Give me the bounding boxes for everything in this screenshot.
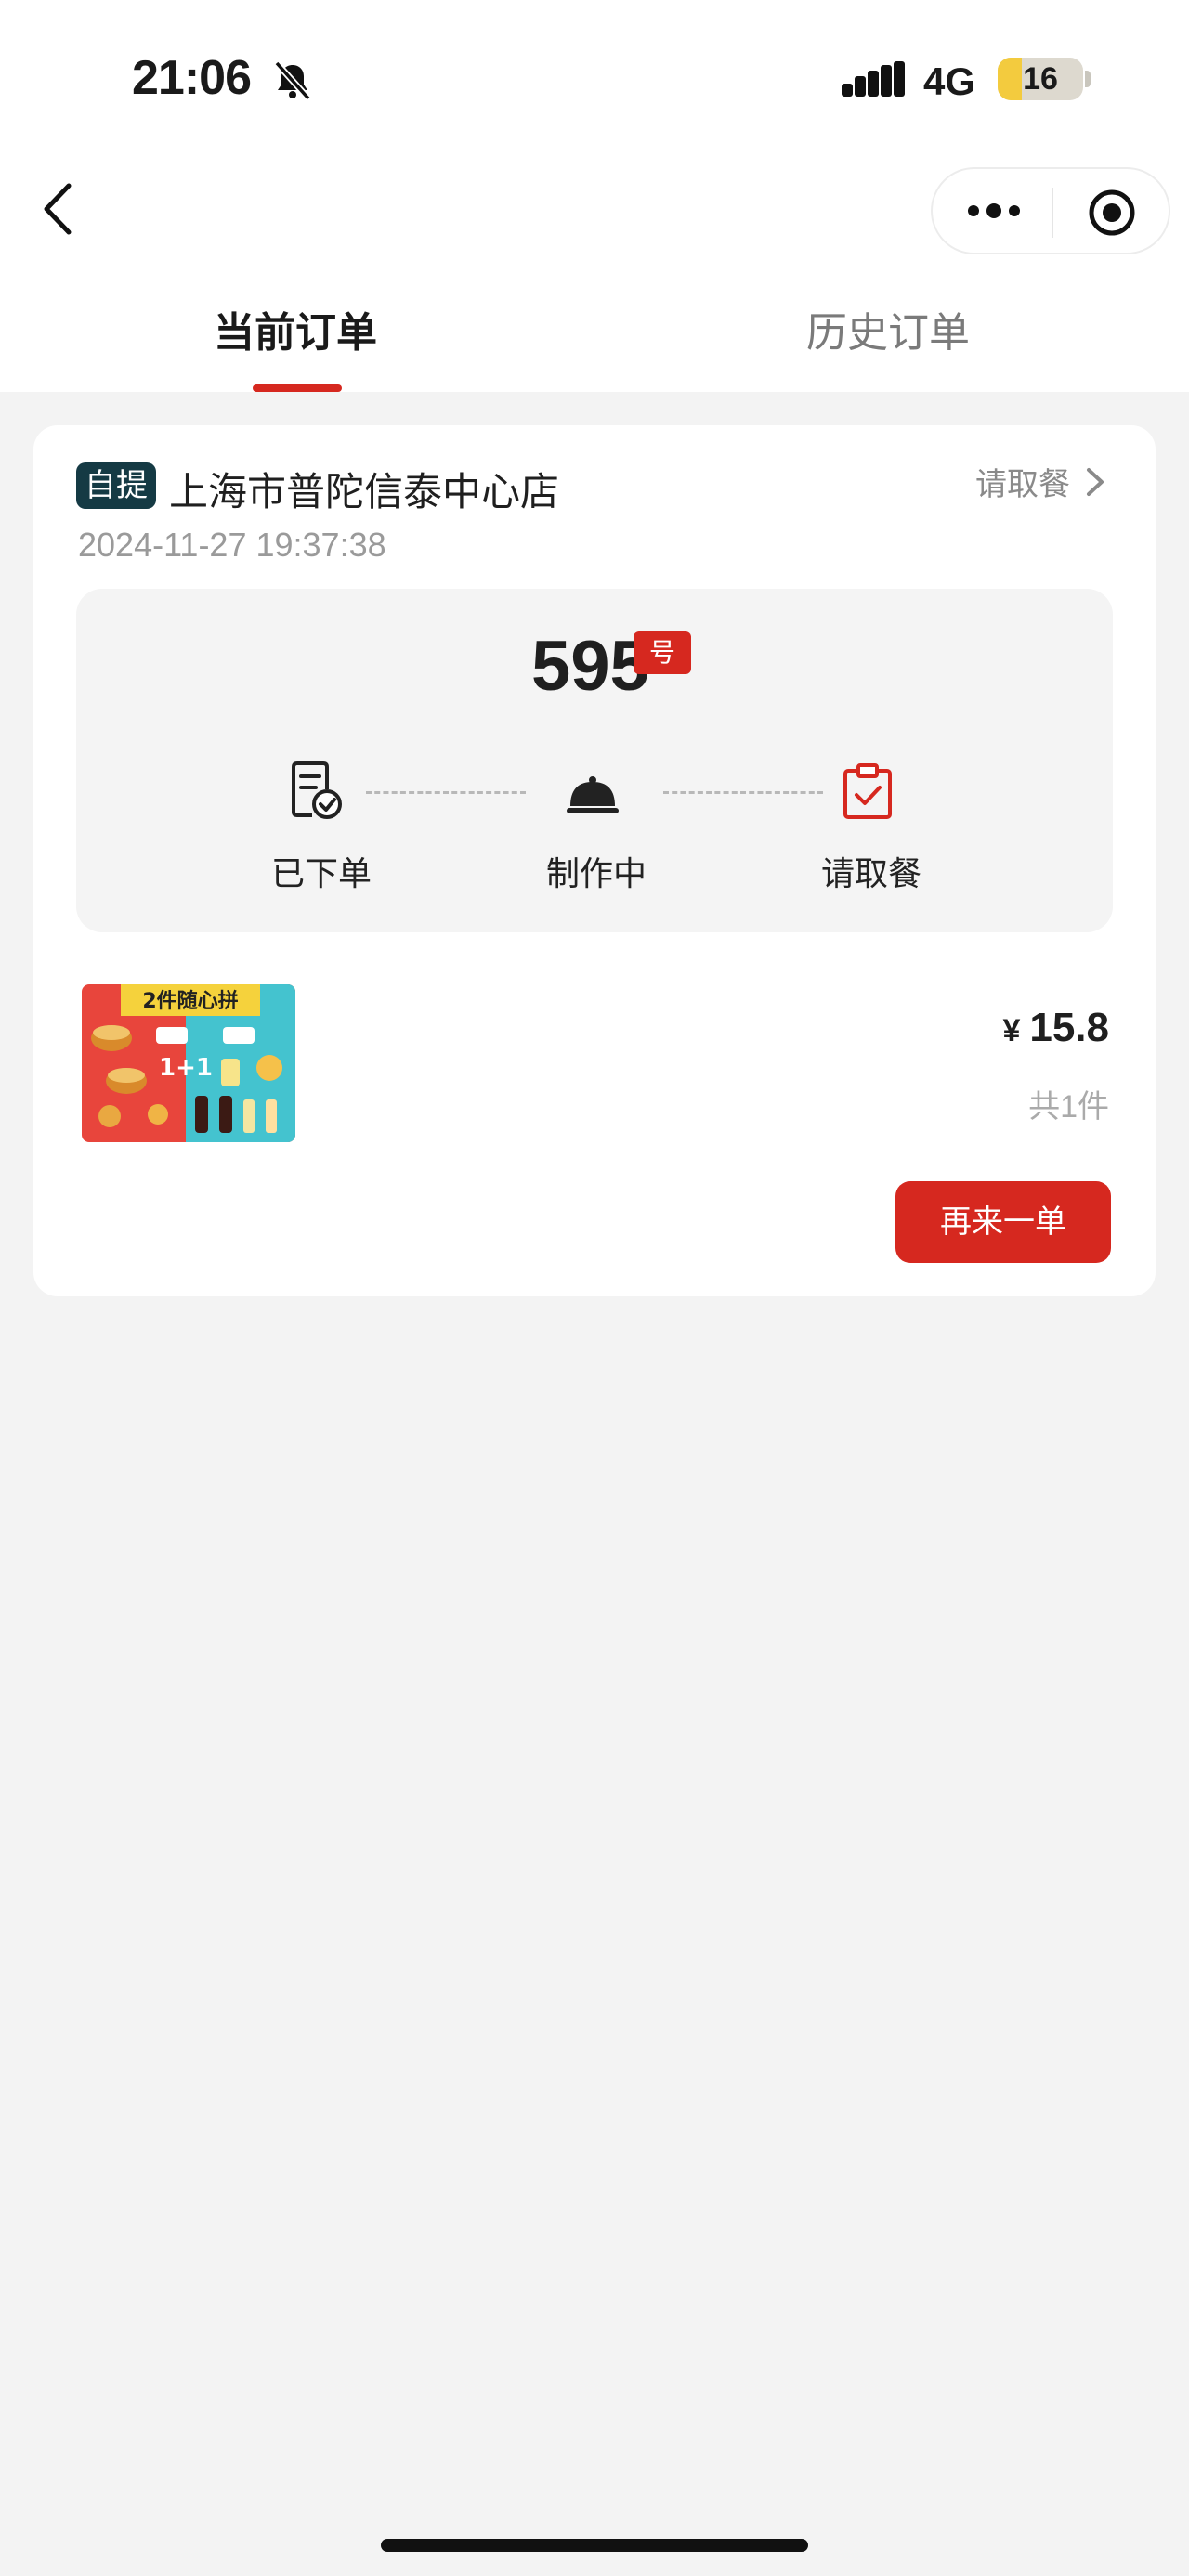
bell-muted-icon: [274, 60, 311, 101]
tab-history-orders[interactable]: 历史订单: [806, 299, 970, 358]
step-label-placed: 已下单: [271, 854, 372, 892]
header-area: 21:06 4G 16 当前订单 历史订单: [0, 0, 1189, 392]
chevron-right-icon: [1087, 467, 1104, 496]
item-quantity: 共1件: [1028, 1089, 1109, 1125]
reorder-button[interactable]: 再来一单: [895, 1181, 1111, 1263]
status-time: 21:06: [132, 51, 252, 105]
close-target-icon[interactable]: [1087, 188, 1137, 238]
battery-indicator: 16: [998, 58, 1083, 100]
number-suffix-badge: 号: [634, 631, 691, 674]
tab-current-orders[interactable]: 当前订单: [214, 299, 377, 358]
pickup-progress-panel: 595 号 已下单 制作中 请取餐: [76, 589, 1113, 932]
step-label-pickup: 请取餐: [821, 854, 922, 892]
signal-icon: [842, 61, 905, 97]
item-price: ¥15.8: [1002, 1005, 1109, 1051]
network-type: 4G: [923, 59, 976, 103]
order-card[interactable]: 自提 上海市普陀信泰中心店 2024-11-27 19:37:38 请取餐 59…: [33, 425, 1156, 1296]
order-datetime: 2024-11-27 19:37:38: [78, 526, 386, 564]
more-dots-icon[interactable]: [966, 197, 1022, 225]
store-name: 上海市普陀信泰中心店: [169, 470, 560, 514]
progress-connector: [663, 791, 823, 794]
thumb-title: 2件随心拼: [142, 989, 238, 1013]
clipboard-check-icon: [843, 763, 892, 819]
miniprogram-capsule: [931, 167, 1170, 254]
step-label-preparing: 制作中: [546, 854, 647, 892]
currency-symbol: ¥: [1002, 1013, 1021, 1048]
pickup-tag: 自提: [76, 462, 156, 509]
progress-connector: [366, 791, 526, 794]
order-placed-icon: [292, 761, 342, 819]
order-status-label: 请取餐: [975, 467, 1070, 502]
cloche-icon: [567, 776, 619, 813]
capsule-divider: [1052, 188, 1053, 238]
battery-level: 16: [1023, 61, 1058, 97]
pickup-number: 595: [531, 627, 649, 706]
product-thumbnail[interactable]: 2件随心拼 1+1: [82, 984, 295, 1142]
back-arrow-icon[interactable]: [35, 178, 82, 240]
thumb-badge: 1+1: [159, 1054, 213, 1082]
battery-cap: [1085, 71, 1091, 87]
price-value: 15.8: [1029, 1005, 1109, 1050]
home-indicator: [381, 2539, 808, 2552]
active-tab-indicator: [253, 384, 342, 392]
order-status-link[interactable]: 请取餐: [975, 459, 1107, 504]
